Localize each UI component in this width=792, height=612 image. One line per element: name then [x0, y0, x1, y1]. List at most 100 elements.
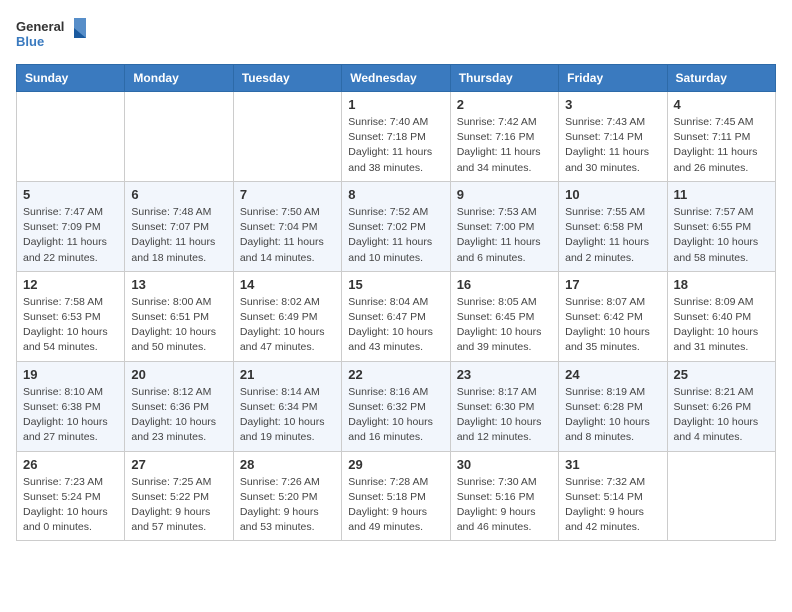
- calendar-cell: 9Sunrise: 7:53 AM Sunset: 7:00 PM Daylig…: [450, 181, 558, 271]
- day-info: Sunrise: 8:04 AM Sunset: 6:47 PM Dayligh…: [348, 295, 443, 356]
- calendar-cell: 8Sunrise: 7:52 AM Sunset: 7:02 PM Daylig…: [342, 181, 450, 271]
- day-info: Sunrise: 7:50 AM Sunset: 7:04 PM Dayligh…: [240, 205, 335, 266]
- weekday-header: Thursday: [450, 65, 558, 92]
- calendar-header-row: SundayMondayTuesdayWednesdayThursdayFrid…: [17, 65, 776, 92]
- day-number: 26: [23, 457, 118, 472]
- calendar-week-row: 19 Sunrise: 8:10 AM Sunset: 6:38 PM Dayli…: [17, 361, 776, 451]
- calendar-cell: 28 Sunrise: 7:26 AM Sunset: 5:20 PM Dayli…: [233, 451, 341, 541]
- calendar-cell: 25 Sunrise: 8:21 AM Sunset: 6:26 PM Dayli…: [667, 361, 775, 451]
- calendar-cell: 15 Sunrise: 8:04 AM Sunset: 6:47 PM Dayli…: [342, 271, 450, 361]
- day-info: Sunrise: 7:55 AM Sunset: 6:58 PM Dayligh…: [565, 205, 660, 266]
- day-number: 19: [23, 367, 118, 382]
- day-info: Sunrise: 7:47 AM Sunset: 7:09 PM Dayligh…: [23, 205, 118, 266]
- day-info: Sunrise: 8:21 AM Sunset: 6:26 PM Dayligh…: [674, 385, 769, 446]
- day-info: Sunrise: 7:53 AM Sunset: 7:00 PM Dayligh…: [457, 205, 552, 266]
- day-info: Sunrise: 8:14 AM Sunset: 6:34 PM Dayligh…: [240, 385, 335, 446]
- calendar-cell: 14Sunrise: 8:02 AM Sunset: 6:49 PM Dayli…: [233, 271, 341, 361]
- calendar-cell: 5 Sunrise: 7:47 AM Sunset: 7:09 PM Daylig…: [17, 181, 125, 271]
- day-info: Sunrise: 8:17 AM Sunset: 6:30 PM Dayligh…: [457, 385, 552, 446]
- day-number: 25: [674, 367, 769, 382]
- day-info: Sunrise: 7:32 AM Sunset: 5:14 PM Dayligh…: [565, 475, 660, 536]
- calendar-week-row: 5 Sunrise: 7:47 AM Sunset: 7:09 PM Daylig…: [17, 181, 776, 271]
- day-info: Sunrise: 7:30 AM Sunset: 5:16 PM Dayligh…: [457, 475, 552, 536]
- calendar-cell: 10 Sunrise: 7:55 AM Sunset: 6:58 PM Dayli…: [559, 181, 667, 271]
- calendar-cell: 2 Sunrise: 7:42 AM Sunset: 7:16 PM Daylig…: [450, 92, 558, 182]
- calendar-cell: 13Sunrise: 8:00 AM Sunset: 6:51 PM Dayli…: [125, 271, 233, 361]
- day-number: 20: [131, 367, 226, 382]
- calendar-cell: 24Sunrise: 8:19 AM Sunset: 6:28 PM Dayli…: [559, 361, 667, 451]
- calendar-week-row: 12 Sunrise: 7:58 AM Sunset: 6:53 PM Dayli…: [17, 271, 776, 361]
- day-number: 30: [457, 457, 552, 472]
- day-number: 5: [23, 187, 118, 202]
- calendar-cell: 29 Sunrise: 7:28 AM Sunset: 5:18 PM Dayli…: [342, 451, 450, 541]
- day-info: Sunrise: 7:28 AM Sunset: 5:18 PM Dayligh…: [348, 475, 443, 536]
- logo-svg: General Blue: [16, 16, 86, 52]
- day-info: Sunrise: 7:23 AM Sunset: 5:24 PM Dayligh…: [23, 475, 118, 536]
- calendar-week-row: 1Sunrise: 7:40 AM Sunset: 7:18 PM Daylig…: [17, 92, 776, 182]
- calendar-cell: [17, 92, 125, 182]
- svg-text:Blue: Blue: [16, 34, 44, 49]
- day-number: 11: [674, 187, 769, 202]
- calendar-cell: 19 Sunrise: 8:10 AM Sunset: 6:38 PM Dayli…: [17, 361, 125, 451]
- day-info: Sunrise: 7:42 AM Sunset: 7:16 PM Dayligh…: [457, 115, 552, 176]
- calendar-cell: 17 Sunrise: 8:07 AM Sunset: 6:42 PM Dayli…: [559, 271, 667, 361]
- day-info: Sunrise: 8:12 AM Sunset: 6:36 PM Dayligh…: [131, 385, 226, 446]
- calendar-cell: 22Sunrise: 8:16 AM Sunset: 6:32 PM Dayli…: [342, 361, 450, 451]
- weekday-header: Monday: [125, 65, 233, 92]
- day-info: Sunrise: 7:43 AM Sunset: 7:14 PM Dayligh…: [565, 115, 660, 176]
- day-number: 4: [674, 97, 769, 112]
- calendar-week-row: 26 Sunrise: 7:23 AM Sunset: 5:24 PM Dayli…: [17, 451, 776, 541]
- day-info: Sunrise: 8:09 AM Sunset: 6:40 PM Dayligh…: [674, 295, 769, 356]
- calendar-cell: 21Sunrise: 8:14 AM Sunset: 6:34 PM Dayli…: [233, 361, 341, 451]
- day-number: 15: [348, 277, 443, 292]
- calendar-cell: 6Sunrise: 7:48 AM Sunset: 7:07 PM Daylig…: [125, 181, 233, 271]
- calendar-cell: [125, 92, 233, 182]
- day-number: 27: [131, 457, 226, 472]
- weekday-header: Tuesday: [233, 65, 341, 92]
- weekday-header: Sunday: [17, 65, 125, 92]
- day-info: Sunrise: 7:48 AM Sunset: 7:07 PM Dayligh…: [131, 205, 226, 266]
- day-info: Sunrise: 8:19 AM Sunset: 6:28 PM Dayligh…: [565, 385, 660, 446]
- weekday-header: Friday: [559, 65, 667, 92]
- day-number: 17: [565, 277, 660, 292]
- logo: General Blue: [16, 16, 86, 52]
- calendar-cell: 20 Sunrise: 8:12 AM Sunset: 6:36 PM Dayli…: [125, 361, 233, 451]
- day-number: 31: [565, 457, 660, 472]
- day-info: Sunrise: 7:45 AM Sunset: 7:11 PM Dayligh…: [674, 115, 769, 176]
- svg-text:General: General: [16, 19, 64, 34]
- weekday-header: Saturday: [667, 65, 775, 92]
- day-number: 2: [457, 97, 552, 112]
- day-info: Sunrise: 7:25 AM Sunset: 5:22 PM Dayligh…: [131, 475, 226, 536]
- day-number: 3: [565, 97, 660, 112]
- day-number: 12: [23, 277, 118, 292]
- calendar-cell: 23 Sunrise: 8:17 AM Sunset: 6:30 PM Dayli…: [450, 361, 558, 451]
- calendar-cell: 16 Sunrise: 8:05 AM Sunset: 6:45 PM Dayli…: [450, 271, 558, 361]
- day-number: 7: [240, 187, 335, 202]
- day-info: Sunrise: 8:07 AM Sunset: 6:42 PM Dayligh…: [565, 295, 660, 356]
- day-info: Sunrise: 7:57 AM Sunset: 6:55 PM Dayligh…: [674, 205, 769, 266]
- day-info: Sunrise: 7:58 AM Sunset: 6:53 PM Dayligh…: [23, 295, 118, 356]
- calendar-cell: 12 Sunrise: 7:58 AM Sunset: 6:53 PM Dayli…: [17, 271, 125, 361]
- day-info: Sunrise: 8:10 AM Sunset: 6:38 PM Dayligh…: [23, 385, 118, 446]
- day-number: 28: [240, 457, 335, 472]
- day-number: 10: [565, 187, 660, 202]
- calendar-cell: 4 Sunrise: 7:45 AM Sunset: 7:11 PM Daylig…: [667, 92, 775, 182]
- calendar-cell: 3 Sunrise: 7:43 AM Sunset: 7:14 PM Daylig…: [559, 92, 667, 182]
- calendar-cell: [233, 92, 341, 182]
- weekday-header: Wednesday: [342, 65, 450, 92]
- day-info: Sunrise: 8:05 AM Sunset: 6:45 PM Dayligh…: [457, 295, 552, 356]
- calendar-cell: 31 Sunrise: 7:32 AM Sunset: 5:14 PM Dayli…: [559, 451, 667, 541]
- calendar-cell: 18Sunrise: 8:09 AM Sunset: 6:40 PM Dayli…: [667, 271, 775, 361]
- day-number: 23: [457, 367, 552, 382]
- calendar-cell: 26 Sunrise: 7:23 AM Sunset: 5:24 PM Dayli…: [17, 451, 125, 541]
- calendar-cell: 27 Sunrise: 7:25 AM Sunset: 5:22 PM Dayli…: [125, 451, 233, 541]
- day-info: Sunrise: 7:26 AM Sunset: 5:20 PM Dayligh…: [240, 475, 335, 536]
- calendar-cell: 7 Sunrise: 7:50 AM Sunset: 7:04 PM Daylig…: [233, 181, 341, 271]
- day-number: 16: [457, 277, 552, 292]
- day-number: 14: [240, 277, 335, 292]
- calendar-cell: 30 Sunrise: 7:30 AM Sunset: 5:16 PM Dayli…: [450, 451, 558, 541]
- calendar-cell: 1Sunrise: 7:40 AM Sunset: 7:18 PM Daylig…: [342, 92, 450, 182]
- day-info: Sunrise: 8:00 AM Sunset: 6:51 PM Dayligh…: [131, 295, 226, 356]
- day-info: Sunrise: 8:16 AM Sunset: 6:32 PM Dayligh…: [348, 385, 443, 446]
- day-number: 29: [348, 457, 443, 472]
